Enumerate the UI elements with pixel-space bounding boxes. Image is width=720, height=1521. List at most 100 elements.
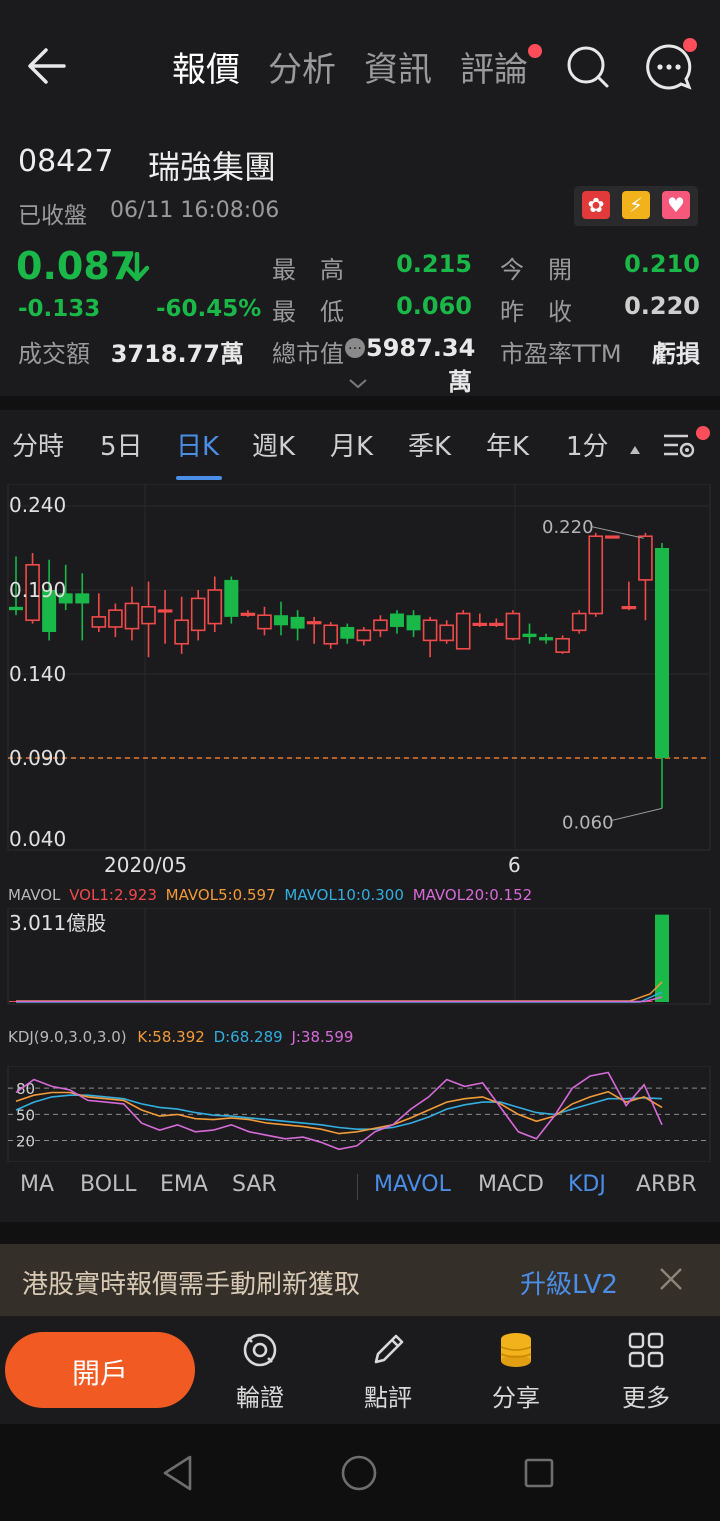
tab-news[interactable]: 資訊 xyxy=(364,42,432,91)
indicator-tab-ma[interactable]: MA xyxy=(20,1172,54,1197)
mktcap-label: 總市值 xyxy=(272,340,344,368)
quote-timestamp: 06/11 16:08:06 xyxy=(110,198,280,223)
kdj-legend-title: KDJ(9.0,3.0,3.0) xyxy=(8,1028,127,1046)
info-dots-icon[interactable]: … xyxy=(345,338,365,358)
indicator-tab-kdj[interactable]: KDJ xyxy=(568,1172,606,1197)
more-label: 更多 xyxy=(622,1384,670,1412)
back-icon[interactable] xyxy=(24,42,72,90)
system-nav-bar xyxy=(0,1424,720,1521)
candlestick-chart[interactable]: 0.220 0.060 0.240 0.190 0.140 0.090 0.040 2020/… xyxy=(0,484,720,884)
coin-stack-icon xyxy=(456,1330,576,1370)
indicator-tab-boll[interactable]: BOLL xyxy=(80,1172,137,1197)
period-tab-1min[interactable]: 1分 xyxy=(566,426,609,463)
period-tab-intraday[interactable]: 分時 xyxy=(12,426,64,463)
y-tick-label: 0.090 xyxy=(9,746,66,770)
tab-comments[interactable]: 評論 xyxy=(460,42,528,91)
nav-recents-icon[interactable] xyxy=(522,1456,556,1494)
candle-body xyxy=(141,606,156,625)
candle-body xyxy=(340,626,355,639)
period-tab-quarterly[interactable]: 季K xyxy=(408,426,451,463)
bottom-item-more[interactable]: 更多 xyxy=(586,1330,706,1413)
open-account-button[interactable]: 開戶 xyxy=(5,1332,195,1408)
candle-body xyxy=(91,616,107,628)
chart-frame xyxy=(7,484,711,851)
candle-body xyxy=(489,622,504,627)
volume-bar xyxy=(655,914,669,1002)
high-value: 0.215 xyxy=(396,250,472,278)
period-tab-yearly[interactable]: 年K xyxy=(486,426,529,463)
dropdown-triangle-icon[interactable] xyxy=(630,446,640,454)
stock-name: 瑞強集團 xyxy=(148,148,277,186)
upgrade-lv2-link[interactable]: 升級LV2 xyxy=(520,1264,618,1301)
candle-body xyxy=(539,637,554,641)
comments-badge xyxy=(528,44,542,58)
section-divider xyxy=(0,396,720,410)
candle-body xyxy=(323,624,339,645)
candle-body xyxy=(605,535,620,539)
pe-value: 虧損 xyxy=(652,340,700,368)
candle-body xyxy=(257,614,272,630)
y-tick-label: 0.140 xyxy=(9,662,66,686)
nav-home-icon[interactable] xyxy=(340,1454,378,1496)
bottom-item-review[interactable]: 點評 xyxy=(328,1330,448,1413)
search-icon[interactable] xyxy=(565,44,611,90)
low-value: 0.060 xyxy=(396,292,472,320)
section-divider-2 xyxy=(0,1222,720,1244)
lightning-icon: ⚡ xyxy=(622,191,650,219)
tab-analysis[interactable]: 分析 xyxy=(268,42,336,91)
bottom-item-share[interactable]: 分享 xyxy=(456,1330,576,1413)
indicator-tab-ema[interactable]: EMA xyxy=(160,1172,208,1197)
price-change: -0.133 xyxy=(18,296,101,322)
kdj-level-label: 20 xyxy=(16,1133,35,1151)
share-label: 分享 xyxy=(492,1384,540,1412)
candle-body xyxy=(655,548,669,758)
period-tab-weekly[interactable]: 週K xyxy=(252,426,295,463)
candle-body xyxy=(157,609,173,613)
grid-icon xyxy=(586,1330,706,1370)
close-icon[interactable] xyxy=(656,1264,686,1294)
indicator-tab-macd[interactable]: MACD xyxy=(478,1172,544,1197)
message-badge xyxy=(683,38,697,52)
upgrade-banner: 港股實時報價需手動刷新獲取 升級LV2 xyxy=(0,1244,720,1316)
pencil-icon xyxy=(328,1330,448,1370)
heart-icon[interactable]: ♥ xyxy=(662,191,690,219)
kdj-legend-d: D:68.289 xyxy=(213,1028,283,1046)
period-tab-daily[interactable]: 日K xyxy=(176,426,219,463)
period-tab-5day[interactable]: 5日 xyxy=(100,426,143,463)
warrants-label: 輪證 xyxy=(236,1384,284,1412)
bottom-item-warrants[interactable]: 輪證 xyxy=(200,1330,320,1413)
candle-body xyxy=(638,535,653,581)
candle-body xyxy=(224,579,239,617)
indicator-tab-mavol[interactable]: MAVOL xyxy=(374,1172,451,1197)
tab-quote[interactable]: 報價 xyxy=(172,42,240,91)
kdj-chart[interactable]: 805020 xyxy=(0,1066,720,1162)
turnover-value: 3718.77萬 xyxy=(110,340,244,368)
y-tick-label: 0.190 xyxy=(9,578,66,602)
price-down-arrow-icon xyxy=(124,251,150,282)
indicator-tab-sar[interactable]: SAR xyxy=(232,1172,277,1197)
nav-back-icon[interactable] xyxy=(160,1454,196,1496)
indicator-tab-divider xyxy=(357,1174,358,1200)
warrant-icon xyxy=(200,1330,320,1370)
x-tick-label: 6 xyxy=(508,853,521,877)
indicator-tab-arbr[interactable]: ARBR xyxy=(636,1172,697,1197)
volume-legend-ma10: MAVOL10:0.300 xyxy=(284,886,404,904)
volume-max-label: 3.011億股 xyxy=(9,911,106,935)
volume-legend: MAVOL VOL1:2.923 MAVOL5:0.597 MAVOL10:0.… xyxy=(8,886,532,904)
volume-chart[interactable]: 3.011億股 xyxy=(0,908,720,1008)
y-tick-label: 0.040 xyxy=(9,827,66,851)
prevclose-value: 0.220 xyxy=(624,292,700,320)
expand-chevron-icon[interactable] xyxy=(346,376,370,390)
y-tick-label: 0.240 xyxy=(9,493,66,517)
candle-body xyxy=(124,602,140,630)
chart-settings-icon[interactable] xyxy=(662,428,698,462)
open-label: 今 開 xyxy=(500,256,572,284)
candle-body xyxy=(290,616,305,629)
settings-badge xyxy=(696,426,710,440)
volume-legend-vol: VOL1:2.923 xyxy=(69,886,157,904)
period-tab-monthly[interactable]: 月K xyxy=(330,426,373,463)
candle-body xyxy=(621,606,637,610)
x-tick-label: 2020/05 xyxy=(104,853,187,877)
candle-body xyxy=(555,637,570,653)
low-annotation-line xyxy=(611,807,663,821)
